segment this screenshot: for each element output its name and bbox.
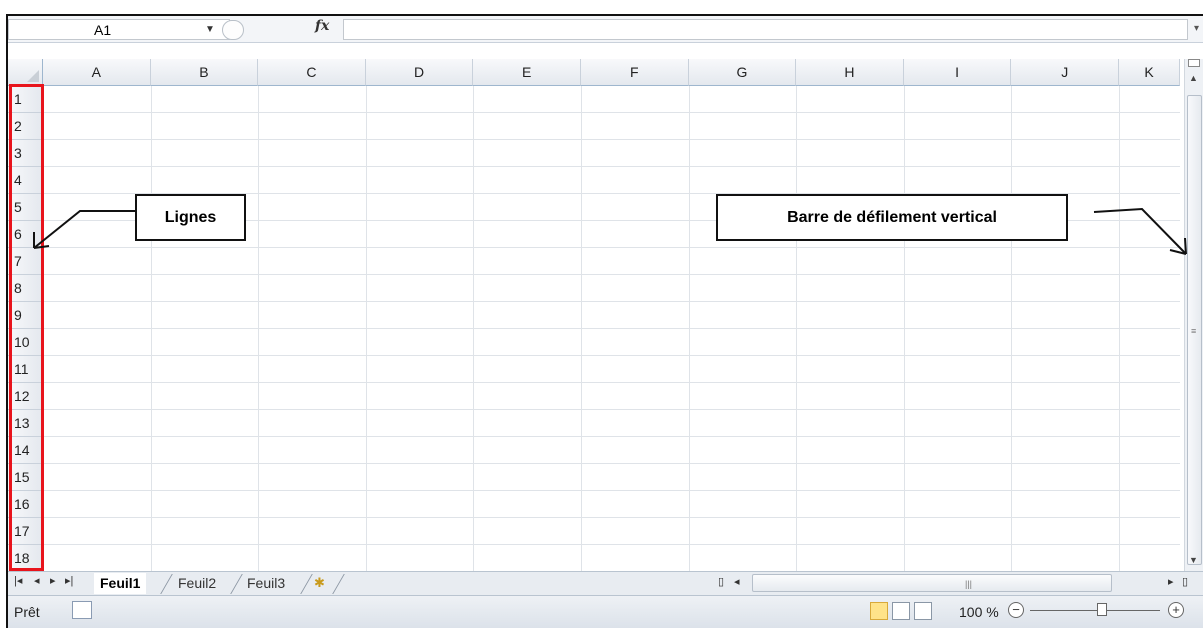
- lignes-arrow: [33, 210, 135, 249]
- vscroll-arrow: [1093, 207, 1187, 255]
- annotation-arrows: [33, 207, 1187, 255]
